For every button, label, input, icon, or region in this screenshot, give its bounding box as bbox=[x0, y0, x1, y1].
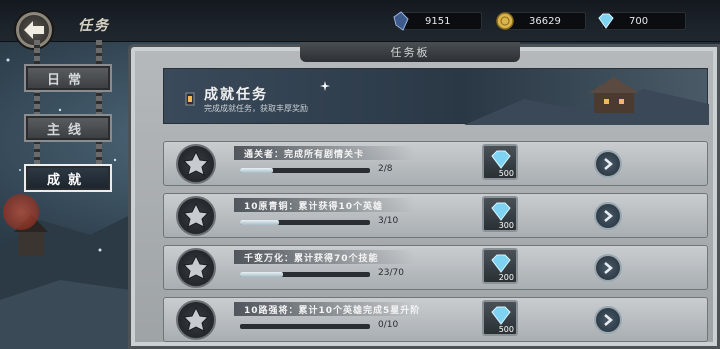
currency-gold: 36629 bbox=[496, 12, 586, 30]
banner-title: 成就任务 bbox=[204, 87, 268, 103]
board-header: 任务板 bbox=[300, 42, 520, 62]
reward-item[interactable]: 500 bbox=[482, 144, 518, 180]
progress-fill bbox=[240, 272, 283, 277]
task-description: 千变万化：累计获得70个技能 bbox=[244, 254, 379, 264]
currency-value: 9151 bbox=[425, 15, 451, 27]
progress-text: 3/10 bbox=[378, 216, 399, 226]
gold-coin-icon bbox=[496, 12, 514, 30]
achievement-medal-icon bbox=[176, 300, 216, 340]
tab-daily[interactable]: 日常 bbox=[24, 64, 112, 92]
task-description: 通关者：完成所有剧情关卡 bbox=[244, 150, 365, 160]
reward-item[interactable]: 300 bbox=[482, 196, 518, 232]
progress-fill bbox=[240, 168, 273, 173]
reward-amount: 200 bbox=[498, 273, 514, 282]
banner-subtitle: 完成成就任务，获取丰厚奖励 bbox=[204, 104, 308, 113]
currency-diamond: 700 bbox=[598, 12, 686, 30]
task-row: 10原青铜：累计获得10个英雄 3/10 300 bbox=[163, 193, 708, 238]
board-title: 任务板 bbox=[390, 46, 430, 59]
sparkle-icon bbox=[320, 81, 330, 91]
chevron-right-icon bbox=[604, 158, 613, 170]
page-title: 任务 bbox=[78, 18, 110, 34]
go-button[interactable] bbox=[594, 254, 622, 282]
progress-bar bbox=[240, 220, 370, 225]
go-button[interactable] bbox=[594, 150, 622, 178]
back-arrow-icon bbox=[24, 21, 44, 39]
currency-value: 700 bbox=[629, 15, 649, 27]
reward-item[interactable]: 500 bbox=[482, 300, 518, 336]
lantern-icon bbox=[185, 92, 195, 106]
reward-item[interactable]: 200 bbox=[482, 248, 518, 284]
progress-bar bbox=[240, 168, 370, 173]
task-row: 通关者：完成所有剧情关卡 2/8 500 bbox=[163, 141, 708, 186]
go-button[interactable] bbox=[594, 202, 622, 230]
chevron-right-icon bbox=[604, 262, 613, 274]
banner-scene bbox=[464, 77, 709, 125]
progress-fill bbox=[240, 220, 279, 225]
task-description: 10路强将：累计10个英雄完成5星升阶 bbox=[244, 306, 421, 316]
progress-bar bbox=[240, 324, 370, 329]
task-description: 10原青铜：累计获得10个英雄 bbox=[244, 202, 384, 212]
achievement-medal-icon bbox=[176, 196, 216, 236]
currency-value: 36629 bbox=[529, 15, 561, 27]
achievement-banner: 成就任务 完成成就任务，获取丰厚奖励 bbox=[163, 68, 709, 125]
character-badge bbox=[3, 194, 39, 230]
tab-main[interactable]: 主线 bbox=[24, 114, 112, 142]
chevron-right-icon bbox=[604, 314, 613, 326]
tab-achievement[interactable]: 成就 bbox=[24, 164, 112, 192]
progress-bar bbox=[240, 272, 370, 277]
reward-amount: 500 bbox=[498, 169, 514, 178]
progress-text: 2/8 bbox=[378, 164, 393, 174]
chevron-right-icon bbox=[604, 210, 613, 222]
achievement-medal-icon bbox=[176, 248, 216, 288]
diamond-icon bbox=[598, 13, 614, 29]
achievement-medal-icon bbox=[176, 144, 216, 184]
progress-text: 0/10 bbox=[378, 320, 399, 330]
reward-amount: 500 bbox=[498, 325, 514, 334]
progress-text: 23/70 bbox=[378, 268, 404, 278]
task-row: 10路强将：累计10个英雄完成5星升阶 0/10 500 bbox=[163, 297, 708, 342]
task-row: 千变万化：累计获得70个技能 23/70 200 bbox=[163, 245, 708, 290]
go-button[interactable] bbox=[594, 306, 622, 334]
dark-crystal-icon bbox=[393, 11, 409, 31]
reward-amount: 300 bbox=[498, 221, 514, 230]
currency-dark-crystal: 9151 bbox=[393, 11, 482, 31]
